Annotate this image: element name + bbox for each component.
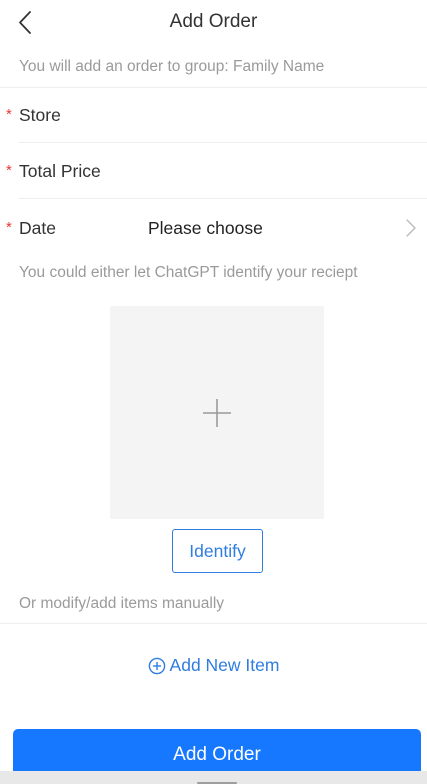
total-price-row: * Total Price (0, 143, 427, 199)
required-mark: * (6, 162, 12, 179)
divider (19, 198, 427, 199)
group-hint: You will add an order to group: Family N… (19, 58, 325, 75)
receipt-upload[interactable] (110, 306, 324, 519)
total-price-label: Total Price (19, 161, 101, 181)
add-new-item-button[interactable]: Add New Item (0, 655, 427, 679)
plus-icon (203, 398, 231, 427)
plus-circle-icon (148, 657, 165, 674)
store-label: Store (19, 105, 61, 125)
required-mark: * (6, 219, 12, 236)
add-new-item-label: Add New Item (169, 655, 280, 675)
date-picker[interactable]: Please choose (148, 218, 263, 239)
system-bar (0, 771, 427, 784)
nav-bar: Add Order (0, 0, 427, 46)
store-row: * Store (0, 87, 427, 143)
required-mark: * (6, 106, 12, 123)
total-price-input[interactable] (148, 155, 397, 187)
manual-hint: Or modify/add items manually (19, 595, 225, 612)
chevron-right-icon (406, 219, 416, 237)
page-title: Add Order (169, 11, 258, 32)
store-input[interactable] (148, 99, 397, 131)
date-row[interactable]: * Date Please choose (0, 200, 427, 256)
divider (0, 87, 427, 88)
date-label: Date (19, 218, 56, 238)
divider (0, 623, 427, 624)
chatgpt-hint: You could either let ChatGPT identify yo… (19, 264, 358, 281)
add-order-page: Add Order You will add an order to group… (0, 0, 427, 784)
identify-button[interactable]: Identify (172, 529, 263, 573)
